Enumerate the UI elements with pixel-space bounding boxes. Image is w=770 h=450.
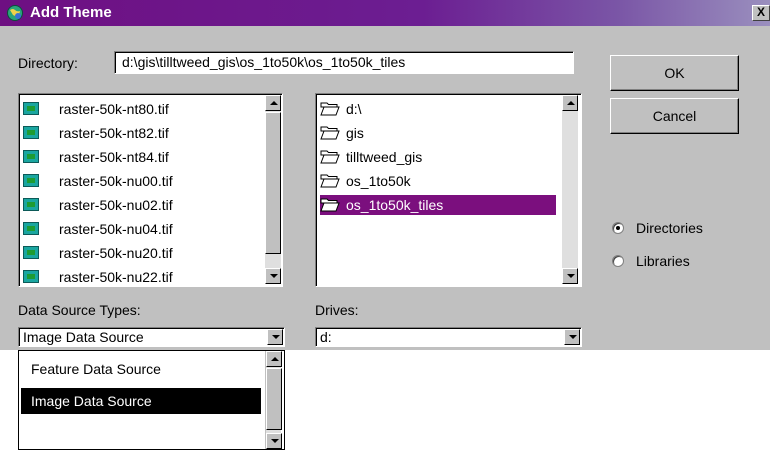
folder-name: os_1to50k [346, 173, 411, 189]
folder-open-icon [320, 198, 340, 212]
directory-label: Directory: [18, 55, 78, 71]
scroll-down-button[interactable] [265, 268, 281, 284]
raster-image-icon [23, 174, 39, 187]
file-name: raster-50k-nu22.tif [59, 269, 173, 285]
radio-directories-label: Directories [636, 220, 703, 236]
folder-list[interactable]: d:\ gis tilltweed_gis os_1to50k os_1to50k_ti… [315, 93, 582, 287]
folder-open-icon [320, 102, 340, 116]
raster-image-icon [23, 222, 39, 235]
arrow-up-icon [271, 357, 279, 361]
raster-image-icon [23, 126, 39, 139]
scroll-thumb[interactable] [265, 112, 281, 254]
radio-libraries-label: Libraries [636, 253, 690, 269]
file-name: raster-50k-nt80.tif [59, 101, 169, 117]
folder-list-item[interactable]: os_1to50k [320, 171, 556, 191]
drives-label: Drives: [315, 302, 359, 318]
scroll-up-button[interactable] [266, 351, 282, 367]
file-list-scrollbar[interactable] [265, 95, 281, 284]
add-theme-dialog: Add Theme X Directory: d:\gis\tilltweed_… [0, 0, 770, 350]
radio-selected-dot [616, 226, 620, 230]
folder-list-scrollbar[interactable] [562, 95, 578, 284]
folder-name: gis [346, 125, 364, 141]
chevron-down-icon [569, 335, 577, 339]
arrow-up-icon [567, 101, 575, 105]
globe-icon [7, 5, 23, 21]
raster-image-icon [23, 102, 39, 115]
folder-open-icon [320, 126, 340, 140]
dropdown-option[interactable]: Image Data Source [20, 387, 262, 415]
ok-button-label: OK [664, 65, 685, 81]
file-name: raster-50k-nu00.tif [59, 173, 173, 189]
scroll-thumb[interactable] [266, 368, 282, 430]
cancel-button[interactable]: Cancel [610, 98, 739, 134]
raster-image-icon [23, 150, 39, 163]
directory-path: d:\gis\tilltweed_gis\os_1to50k\os_1to50k… [122, 54, 406, 70]
folder-name: os_1to50k_tiles [346, 197, 444, 213]
arrow-down-icon [270, 274, 278, 278]
dropdown-scrollbar[interactable] [265, 351, 282, 449]
title-bar[interactable]: Add Theme X [0, 0, 770, 26]
raster-image-icon [23, 246, 39, 259]
file-name: raster-50k-nt84.tif [59, 149, 169, 165]
directory-field[interactable]: d:\gis\tilltweed_gis\os_1to50k\os_1to50k… [114, 51, 574, 74]
radio-button[interactable] [612, 255, 624, 267]
scroll-down-button[interactable] [266, 433, 282, 449]
arrow-down-icon [271, 439, 279, 443]
combo-dropdown-button[interactable] [267, 329, 283, 345]
raster-image-icon [23, 270, 39, 283]
data-source-value: Image Data Source [23, 329, 144, 345]
raster-image-icon [23, 198, 39, 211]
folder-name: d:\ [346, 101, 362, 117]
drives-combo[interactable]: d: [315, 327, 582, 347]
folder-open-icon [320, 174, 340, 188]
file-name: raster-50k-nu20.tif [59, 245, 173, 261]
folder-open-icon [320, 150, 340, 164]
file-name: raster-50k-nu02.tif [59, 197, 173, 213]
arrow-down-icon [567, 274, 575, 278]
close-button[interactable]: X [752, 5, 770, 21]
dropdown-option[interactable]: Feature Data Source [21, 356, 261, 382]
chevron-down-icon [272, 335, 280, 339]
drives-value: d: [320, 329, 332, 345]
ok-button[interactable]: OK [610, 55, 739, 91]
cancel-button-label: Cancel [652, 108, 697, 124]
folder-list-item[interactable]: d:\ [320, 99, 556, 119]
folder-list-item[interactable]: os_1to50k_tiles [320, 195, 556, 215]
radio-button[interactable] [612, 222, 624, 234]
window-title: Add Theme [30, 4, 112, 21]
file-list[interactable]: raster-50k-nt80.tif raster-50k-nt82.tif ra… [18, 93, 283, 287]
scroll-down-button[interactable] [562, 268, 578, 284]
arrow-up-icon [270, 101, 278, 105]
scroll-up-button[interactable] [562, 95, 578, 111]
data-source-types-label: Data Source Types: [18, 302, 141, 318]
folder-name: tilltweed_gis [346, 149, 423, 165]
file-name: raster-50k-nt82.tif [59, 125, 169, 141]
scroll-up-button[interactable] [265, 95, 281, 111]
combo-dropdown-button[interactable] [564, 329, 580, 345]
folder-list-item[interactable]: tilltweed_gis [320, 147, 556, 167]
file-name: raster-50k-nu04.tif [59, 221, 173, 237]
close-icon: X [756, 5, 765, 19]
folder-list-item[interactable]: gis [320, 123, 556, 143]
data-source-dropdown-list[interactable]: Feature Data Source Image Data Source [18, 350, 285, 450]
data-source-combo[interactable]: Image Data Source [18, 327, 285, 347]
